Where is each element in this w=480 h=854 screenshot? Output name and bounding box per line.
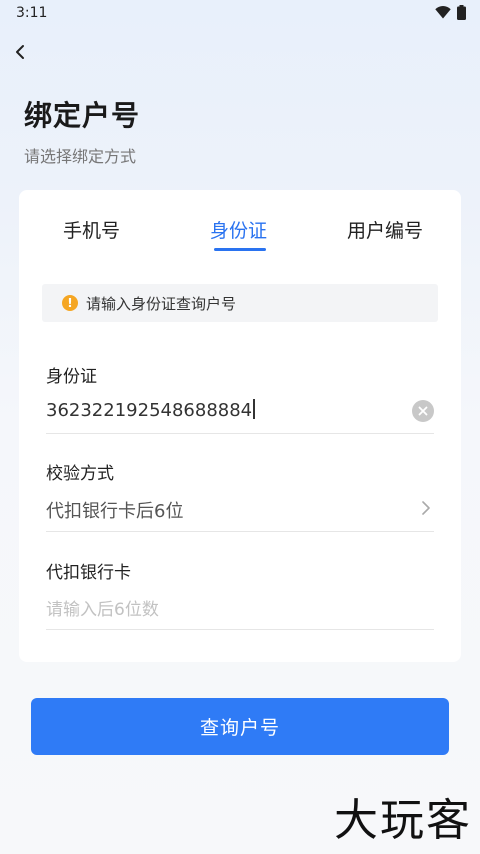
tab-phone[interactable]: 手机号 (63, 216, 120, 243)
text-cursor (253, 399, 255, 419)
watermark-logo: 大玩客 (334, 795, 472, 846)
notice-text: 请输入身份证查询户号 (86, 294, 237, 313)
id-card-input[interactable]: 362322192548688884 (46, 399, 255, 421)
warning-icon: ! (62, 295, 78, 311)
page-title: 绑定户号 (24, 99, 141, 132)
id-card-label: 身份证 (46, 367, 97, 387)
query-account-button[interactable]: 查询户号 (31, 698, 449, 755)
bank-card-label: 代扣银行卡 (46, 563, 131, 583)
close-icon (418, 406, 428, 416)
id-card-value: 362322192548688884 (46, 400, 253, 421)
verify-method-select[interactable]: 代扣银行卡后6位 (46, 497, 183, 523)
tab-user-number[interactable]: 用户编号 (347, 216, 423, 243)
status-icons (435, 5, 466, 20)
tab-id-card[interactable]: 身份证 (210, 216, 267, 243)
status-bar: 3:11 (0, 0, 480, 26)
back-button[interactable] (8, 40, 32, 64)
chevron-right-icon[interactable] (421, 500, 431, 520)
status-time: 3:11 (16, 5, 48, 21)
clear-input-icon[interactable] (412, 400, 434, 422)
divider (46, 433, 434, 434)
bank-card-input[interactable]: 请输入后6位数 (46, 595, 159, 620)
verify-method-label: 校验方式 (46, 464, 114, 484)
back-arrow-icon (16, 45, 24, 59)
bind-form-card: 手机号 身份证 用户编号 ! 请输入身份证查询户号 身份证 3623221925… (19, 190, 461, 662)
active-tab-indicator (214, 248, 266, 251)
battery-icon (457, 5, 466, 20)
divider (46, 629, 434, 630)
divider (46, 531, 434, 532)
notice-banner: ! 请输入身份证查询户号 (42, 284, 438, 322)
page-subtitle: 请选择绑定方式 (24, 147, 137, 166)
wifi-icon (435, 6, 451, 19)
